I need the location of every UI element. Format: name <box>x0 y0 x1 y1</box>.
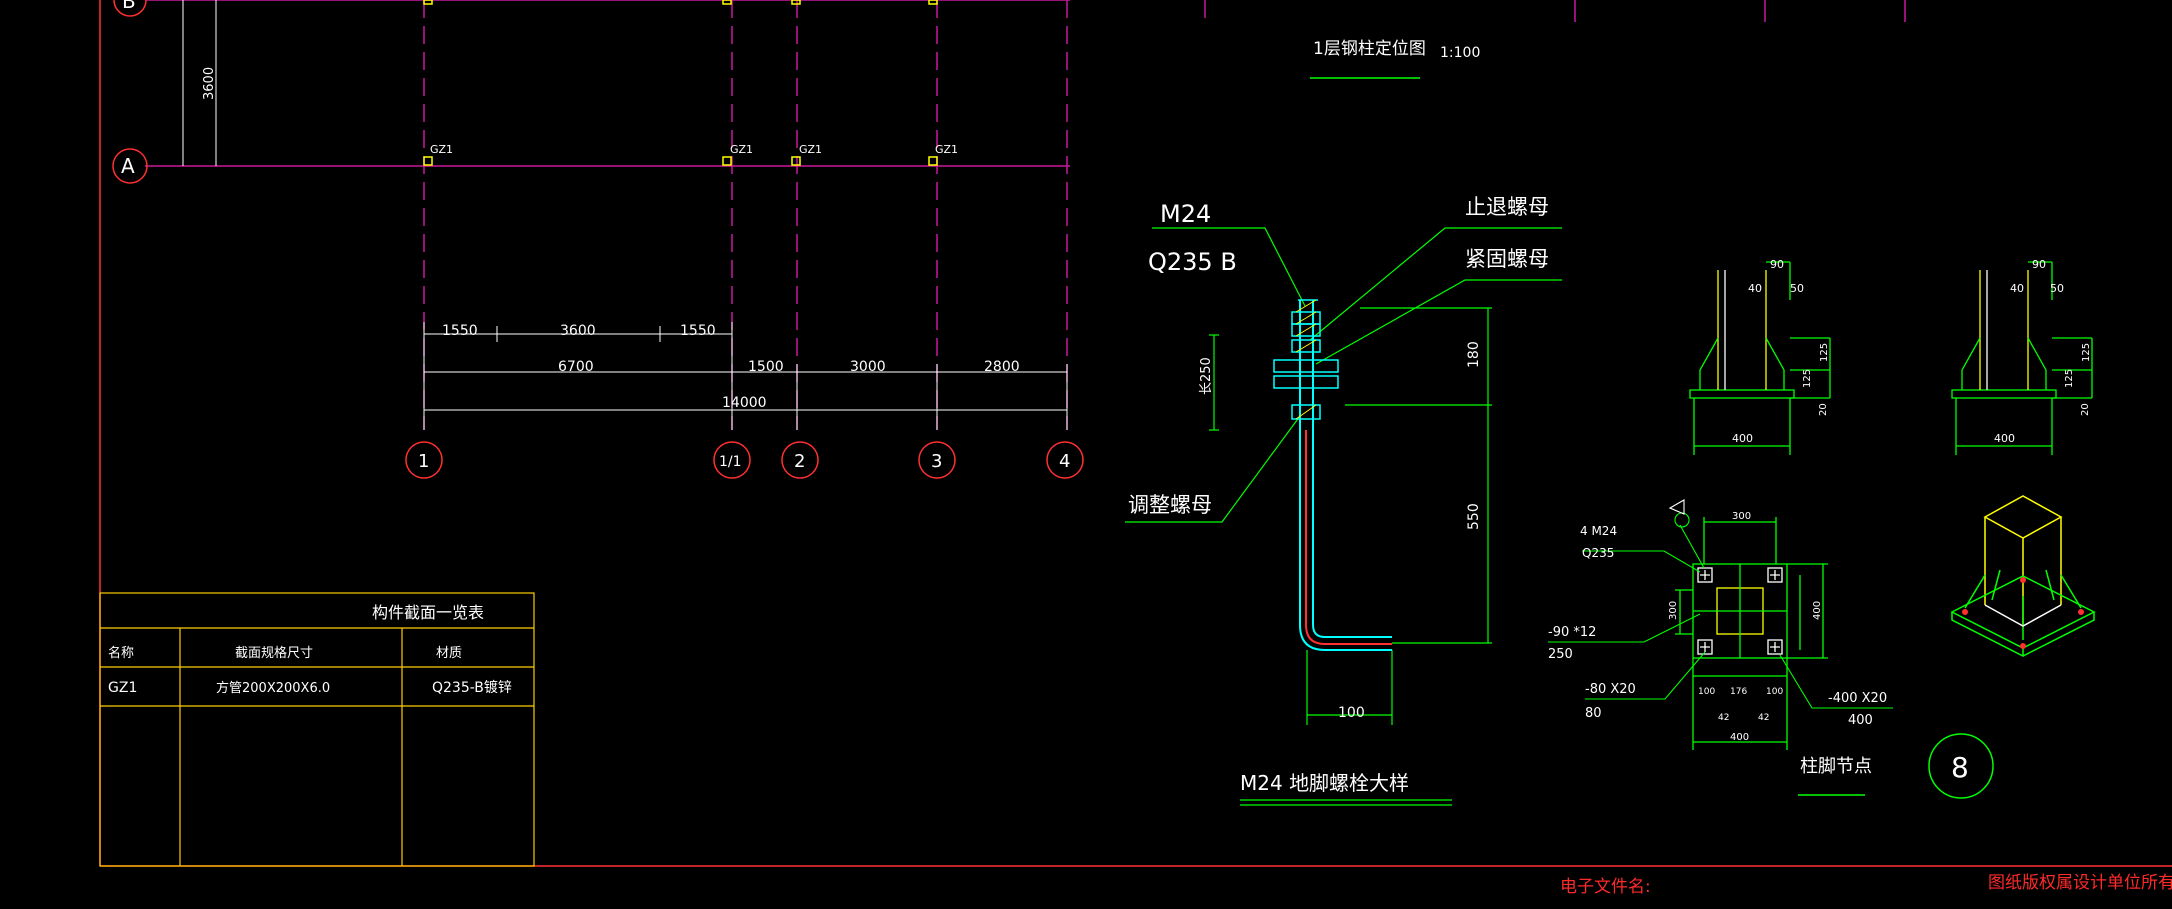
column-base-detail: 90 40 50 125 125 20 400 90 40 50 125 125… <box>1548 258 2096 799</box>
axis-bubbles-cols <box>405 441 1084 479</box>
bolt-m24: M24 <box>1160 200 1211 228</box>
e1-125b: 125 <box>1802 369 1813 388</box>
base-d300-top: 300 <box>1732 511 1751 522</box>
axis-label-col-2: 2 <box>794 451 805 472</box>
footer-file-label: 电子文件名: <box>1560 877 1651 897</box>
cad-drawing-canvas[interactable]: 3600 B A GZ1 GZ1 GZ1 GZ1 1550 3600 1550 … <box>0 0 2172 905</box>
e2-90: 90 <box>2032 258 2046 271</box>
dim-mid-2800: 2800 <box>984 359 1020 375</box>
detail-number: 8 <box>1951 751 1969 784</box>
e2-400: 400 <box>1994 432 2015 445</box>
base-d176: 176 <box>1730 687 1747 697</box>
table-cell-size: 方管200X200X6.0 <box>216 680 330 696</box>
dim-mid-3000: 3000 <box>850 359 886 375</box>
anchor-bolt-detail: M24 Q235 B 止退螺母 紧固螺母 调整螺母 长250 180 550 1… <box>1125 195 1562 806</box>
axis-label-col-4: 4 <box>1059 451 1070 472</box>
dim-top-3600: 3600 <box>560 323 596 339</box>
bolt-dim-100: 100 <box>1338 705 1365 721</box>
base-plate: -400 X20 <box>1828 691 1887 706</box>
e1-50: 50 <box>1790 282 1804 295</box>
axis-label-col-1: 1 <box>418 451 429 472</box>
e1-125a: 125 <box>1819 343 1830 362</box>
bolt-adjust-nut: 调整螺母 <box>1128 493 1212 517</box>
column-tag-1: GZ1 <box>430 143 453 156</box>
table-header-material: 材质 <box>436 646 462 661</box>
column-tag-3: GZ1 <box>799 143 822 156</box>
base-stiff1: -90 *12 <box>1548 625 1596 640</box>
table-cell-material: Q235-B镀锌 <box>432 679 512 696</box>
base-d300-left: 300 <box>1668 601 1679 620</box>
base-3d-view <box>1950 495 2096 657</box>
dimension-lines <box>423 322 1068 430</box>
base-stiff2-len: 80 <box>1585 706 1602 721</box>
e1-90: 90 <box>1770 258 1784 271</box>
base-bolts: 4 M24 <box>1580 524 1617 538</box>
axis-label-row-b: B <box>122 0 136 13</box>
table-title: 构件截面一览表 <box>372 603 484 622</box>
e1-40: 40 <box>1748 282 1762 295</box>
table-header-size: 截面规格尺寸 <box>235 645 313 661</box>
e1-400: 400 <box>1732 432 1753 445</box>
e2-50: 50 <box>2050 282 2064 295</box>
plan-title: 1层钢柱定位图 <box>1313 39 1426 59</box>
bolt-q235b: Q235 B <box>1148 248 1237 276</box>
e2-125b: 125 <box>2064 369 2075 388</box>
base-d100a: 100 <box>1698 687 1715 697</box>
base-d100b: 100 <box>1766 687 1783 697</box>
e2-125a: 125 <box>2081 343 2092 362</box>
table-header-name: 名称 <box>108 645 134 661</box>
dim-mid-1500: 1500 <box>748 359 784 375</box>
bolt-detail-title: M24 地脚螺栓大样 <box>1240 771 1409 795</box>
base-d42b: 42 <box>1758 713 1769 723</box>
dim-top-1550b: 1550 <box>680 323 716 339</box>
bolt-shape <box>1273 299 1392 651</box>
base-plate-plan <box>1675 517 1828 750</box>
axis-label-col-1-1: 1/1 <box>719 454 742 470</box>
dim-total-14000: 14000 <box>722 395 767 411</box>
column-layout-plan: 3600 B A GZ1 GZ1 GZ1 GZ1 1550 3600 1550 … <box>112 0 1480 479</box>
bolt-stop-nut: 止退螺母 <box>1465 195 1549 219</box>
axis-lines <box>145 0 1070 430</box>
plan-scale: 1:100 <box>1440 45 1480 61</box>
dim-row-3600: 3600 <box>202 67 217 100</box>
axis-label-row-a: A <box>121 154 135 178</box>
base-detail-title: 柱脚节点 <box>1800 756 1872 777</box>
dim-top-1550a: 1550 <box>442 323 478 339</box>
section-table <box>99 592 535 867</box>
axis-label-col-3: 3 <box>931 451 942 472</box>
bolt-dim-550: 550 <box>1466 503 1482 530</box>
base-stiff1-len: 250 <box>1548 647 1573 662</box>
base-plate-len: 400 <box>1848 713 1873 728</box>
footer-copyright: 图纸版权属设计单位所有,未经 <box>1988 873 2172 893</box>
base-bolts-mat: Q235 <box>1582 546 1614 560</box>
steel-columns <box>423 0 938 166</box>
table-cell-name: GZ1 <box>108 680 137 696</box>
base-stiff2: -80 X20 <box>1585 682 1636 697</box>
bolt-len-label: 长250 <box>1199 357 1214 395</box>
bolt-lock-nut: 紧固螺母 <box>1465 247 1549 271</box>
base-d400-right: 400 <box>1812 601 1823 620</box>
drawing-frame <box>99 0 2172 867</box>
column-tag-4: GZ1 <box>935 143 958 156</box>
base-d400-bottom: 400 <box>1730 732 1749 743</box>
column-tag-2: GZ1 <box>730 143 753 156</box>
dim-mid-6700: 6700 <box>558 359 594 375</box>
e2-20: 20 <box>2080 403 2091 416</box>
base-d42a: 42 <box>1718 713 1729 723</box>
bolt-dim-180: 180 <box>1466 341 1482 368</box>
e1-20: 20 <box>1818 403 1829 416</box>
e2-40: 40 <box>2010 282 2024 295</box>
